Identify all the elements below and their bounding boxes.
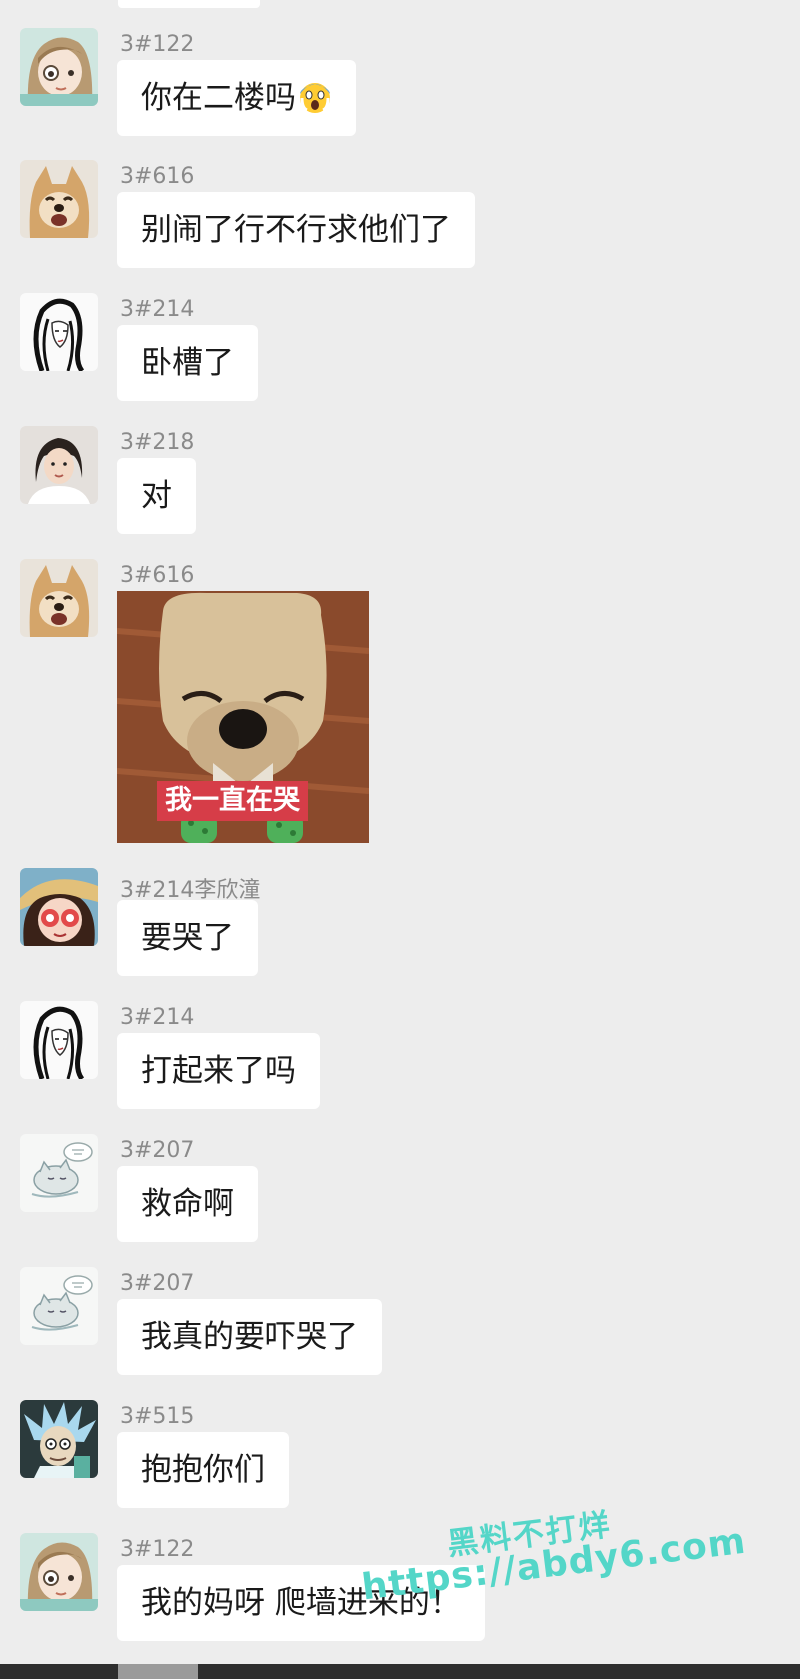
sticker-caption: 我一直在哭 xyxy=(157,781,308,821)
message-bubble[interactable]: 别闹了行不行求他们了 xyxy=(117,192,475,268)
sketch-girl-avatar[interactable] xyxy=(20,1001,98,1079)
crying-dog-sticker[interactable]: 我一直在哭 xyxy=(117,591,369,843)
sleepy-cat-sketch-avatar[interactable] xyxy=(20,1134,98,1212)
sender-name: 3#122 xyxy=(120,32,195,57)
sender-name: 3#214 xyxy=(120,297,195,322)
sender-name: 3#122 xyxy=(120,1537,195,1562)
message-bubble[interactable]: 对 xyxy=(117,458,196,534)
chat-view: 3#122 你在二楼吗 3#616 别闹了行不行求他们了 3#214 卧槽了 3… xyxy=(0,0,800,1679)
scream-face-icon xyxy=(298,66,332,113)
message-text: 抱抱你们 xyxy=(141,1452,265,1488)
message-text: 救命啊 xyxy=(141,1186,234,1222)
message-text: 你在二楼吗 xyxy=(141,80,296,116)
message-text: 我真的要吓哭了 xyxy=(141,1319,358,1355)
anime-avatar[interactable] xyxy=(20,1533,98,1611)
sender-name: 3#616 xyxy=(120,563,195,588)
message-bubble[interactable]: 我的妈呀 爬墙进来的！ xyxy=(117,1565,485,1641)
message-bubble[interactable]: 卧槽了 xyxy=(117,325,258,401)
message-bubble[interactable]: 救命啊 xyxy=(117,1166,258,1242)
cartoon-girl-avatar[interactable] xyxy=(20,868,98,946)
message-text: 打起来了吗 xyxy=(141,1053,296,1089)
message-text: 要哭了 xyxy=(141,920,234,956)
previous-message-bubble-edge xyxy=(118,0,260,8)
sketch-girl-avatar[interactable] xyxy=(20,293,98,371)
sender-name: 3#515 xyxy=(120,1404,195,1429)
sleepy-cat-sketch-avatar[interactable] xyxy=(20,1267,98,1345)
message-text: 卧槽了 xyxy=(141,345,234,381)
message-bubble[interactable]: 抱抱你们 xyxy=(117,1432,289,1508)
girl-photo-avatar[interactable] xyxy=(20,426,98,504)
watermark-title: 黑料不打烊 xyxy=(445,1506,614,1563)
message-bubble[interactable]: 打起来了吗 xyxy=(117,1033,320,1109)
message-bubble[interactable]: 我真的要吓哭了 xyxy=(117,1299,382,1375)
rick-cartoon-avatar[interactable] xyxy=(20,1400,98,1478)
message-text: 对 xyxy=(141,478,172,514)
message-bubble[interactable]: 要哭了 xyxy=(117,900,258,976)
message-text: 别闹了行不行求他们了 xyxy=(141,212,451,248)
anime-avatar[interactable] xyxy=(20,28,98,106)
sender-name: 3#207 xyxy=(120,1138,195,1163)
shiba-dog-avatar[interactable] xyxy=(20,559,98,637)
sender-name: 3#214 xyxy=(120,1005,195,1030)
sender-name: 3#218 xyxy=(120,430,195,455)
next-message-sender-edge xyxy=(118,1664,198,1679)
message-text: 我的妈呀 爬墙进来的！ xyxy=(141,1585,461,1621)
shiba-dog-avatar[interactable] xyxy=(20,160,98,238)
message-bubble[interactable]: 你在二楼吗 xyxy=(117,60,356,136)
sender-name: 3#616 xyxy=(120,164,195,189)
sender-name: 3#207 xyxy=(120,1271,195,1296)
